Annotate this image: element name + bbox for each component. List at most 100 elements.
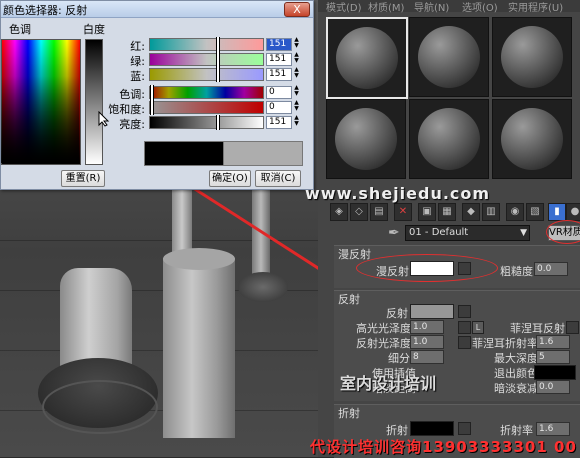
- delete-icon[interactable]: ✕: [394, 203, 412, 221]
- new-color-swatch: [223, 141, 303, 166]
- spinner-icon[interactable]: ▲ ▼: [293, 37, 300, 50]
- library-icon[interactable]: ◆: [462, 203, 480, 221]
- material-slot[interactable]: [326, 99, 406, 179]
- hue-slider-thumb[interactable]: [150, 85, 154, 100]
- original-color-swatch: [144, 141, 224, 166]
- blue-slider-thumb[interactable]: [216, 67, 220, 82]
- close-button[interactable]: X: [284, 2, 310, 17]
- hilight-gloss-input[interactable]: 1.0: [410, 320, 444, 334]
- put-material-icon[interactable]: ◇: [350, 203, 368, 221]
- show-result-icon[interactable]: ▧: [526, 203, 544, 221]
- sample-sphere: [501, 26, 563, 88]
- material-id-icon[interactable]: ▥: [482, 203, 500, 221]
- refract-color-swatch[interactable]: [410, 421, 454, 436]
- whiteness-bar[interactable]: [85, 39, 103, 165]
- material-slot[interactable]: [492, 17, 572, 97]
- ior-input[interactable]: 1.6: [536, 422, 570, 436]
- spinner-icon[interactable]: ▲ ▼: [293, 115, 300, 128]
- color-picker-dialog: 颜色选择器: 反射 X 色调 白度 红: 151 ▲ ▼ 绿: 151 ▲ ▼ 蓝:…: [0, 0, 314, 190]
- subdivs-label: 细分: [388, 352, 410, 365]
- pick-material-icon[interactable]: ✒: [388, 225, 400, 241]
- refract-map-button[interactable]: [458, 422, 471, 435]
- hue-shade-overlay: [1, 39, 79, 163]
- fresnel-ior-input[interactable]: 1.6: [536, 335, 570, 349]
- show-map-icon[interactable]: ◉: [506, 203, 524, 221]
- unique-material-icon[interactable]: ▦: [438, 203, 456, 221]
- hilight-gloss-map-button[interactable]: [458, 321, 471, 334]
- menu-utilities[interactable]: 实用程序(U): [508, 0, 563, 14]
- sample-sphere: [418, 26, 480, 88]
- diffuse-rollout: 漫反射 漫反射 粗糙度 0.0: [334, 245, 580, 288]
- material-name-dropdown[interactable]: 01 - Default ▼: [405, 225, 530, 241]
- dim-falloff-input[interactable]: 0.0: [536, 380, 570, 394]
- red-value-input[interactable]: 151: [266, 38, 292, 51]
- saturation-slider[interactable]: [149, 100, 264, 115]
- green-value-input[interactable]: 151: [266, 53, 292, 66]
- material-slot[interactable]: [492, 99, 572, 179]
- value-slider[interactable]: [149, 115, 264, 130]
- spinner-icon[interactable]: ▲ ▼: [293, 67, 300, 80]
- fresnel-label: 菲涅耳反射: [510, 322, 565, 335]
- material-slot[interactable]: [409, 17, 489, 97]
- menu-mode[interactable]: 模式(D): [326, 0, 362, 14]
- exit-color-label: 退出颜色: [494, 367, 538, 380]
- sample-sphere: [501, 108, 563, 170]
- spinner-icon[interactable]: ▲ ▼: [293, 100, 300, 113]
- highlight-ellipse: [356, 254, 498, 282]
- refl-gloss-input[interactable]: 1.0: [410, 335, 444, 349]
- copy-material-icon[interactable]: ▣: [418, 203, 436, 221]
- chevron-down-icon: ▼: [520, 228, 527, 238]
- sample-sphere: [336, 27, 398, 89]
- fresnel-checkbox[interactable]: [566, 321, 579, 334]
- max-depth-input[interactable]: 5: [536, 350, 570, 364]
- go-sibling-icon[interactable]: ●: [566, 203, 580, 221]
- menu-options[interactable]: 选项(O): [462, 0, 498, 14]
- hue-label: 色调: [9, 23, 31, 36]
- saturation-value-input[interactable]: 0: [266, 101, 292, 114]
- saturation-label: 饱和度:: [108, 103, 145, 116]
- green-slider[interactable]: [149, 52, 264, 67]
- subdivs-input[interactable]: 8: [410, 350, 444, 364]
- website-watermark: www.shejiedu.com: [305, 184, 491, 203]
- spinner-icon[interactable]: ▲ ▼: [293, 85, 300, 98]
- reflect-color-swatch[interactable]: [410, 304, 454, 319]
- hue-value-input[interactable]: 0: [266, 86, 292, 99]
- spinner-icon[interactable]: ▲ ▼: [293, 52, 300, 65]
- go-parent-icon[interactable]: ▮: [548, 203, 566, 221]
- value-slider-thumb[interactable]: [216, 115, 220, 130]
- roughness-input[interactable]: 0.0: [534, 262, 568, 276]
- cancel-button[interactable]: 取消(C): [255, 170, 301, 187]
- menu-navigation[interactable]: 导航(N): [414, 0, 449, 14]
- reflect-map-button[interactable]: [458, 305, 471, 318]
- value-value-input[interactable]: 151: [266, 116, 292, 129]
- menu-bar: 模式(D) 材质(M) 导航(N) 选项(O) 实用程序(U): [318, 0, 580, 14]
- max-depth-label: 最大深度: [494, 352, 538, 365]
- dialog-titlebar[interactable]: 颜色选择器: 反射 X: [1, 1, 313, 18]
- green-label: 绿:: [130, 55, 145, 68]
- footer-contact-text: 代设计培训咨询13903333301 00: [310, 438, 577, 456]
- red-slider-thumb[interactable]: [216, 37, 220, 52]
- material-slot[interactable]: [409, 99, 489, 179]
- material-slot-active[interactable]: [326, 17, 408, 99]
- course-watermark: 室内设计培训: [340, 374, 437, 393]
- red-slider[interactable]: [149, 37, 264, 52]
- fresnel-ior-label: 菲涅耳折射率: [472, 337, 538, 350]
- green-slider-thumb[interactable]: [216, 52, 220, 67]
- get-material-icon[interactable]: ◈: [330, 203, 348, 221]
- blue-slider[interactable]: [149, 67, 264, 82]
- dialog-title: 颜色选择器: 反射: [3, 4, 88, 17]
- dim-falloff-label: 暗淡衰减: [494, 382, 538, 395]
- lock-button[interactable]: L: [472, 321, 484, 334]
- assign-material-icon[interactable]: ▤: [370, 203, 388, 221]
- exit-color-swatch[interactable]: [534, 365, 576, 380]
- ok-button[interactable]: 确定(O): [209, 170, 251, 187]
- sample-sphere: [418, 108, 480, 170]
- menu-material[interactable]: 材质(M): [368, 0, 404, 14]
- refl-gloss-map-button[interactable]: [458, 336, 471, 349]
- saturation-slider-thumb[interactable]: [150, 100, 154, 115]
- hue-slider[interactable]: [149, 85, 264, 100]
- blue-value-input[interactable]: 151: [266, 68, 292, 81]
- reset-button[interactable]: 重置(R): [61, 170, 105, 187]
- value-label: 亮度:: [119, 118, 145, 131]
- refl-gloss-label: 反射光泽度: [356, 337, 411, 350]
